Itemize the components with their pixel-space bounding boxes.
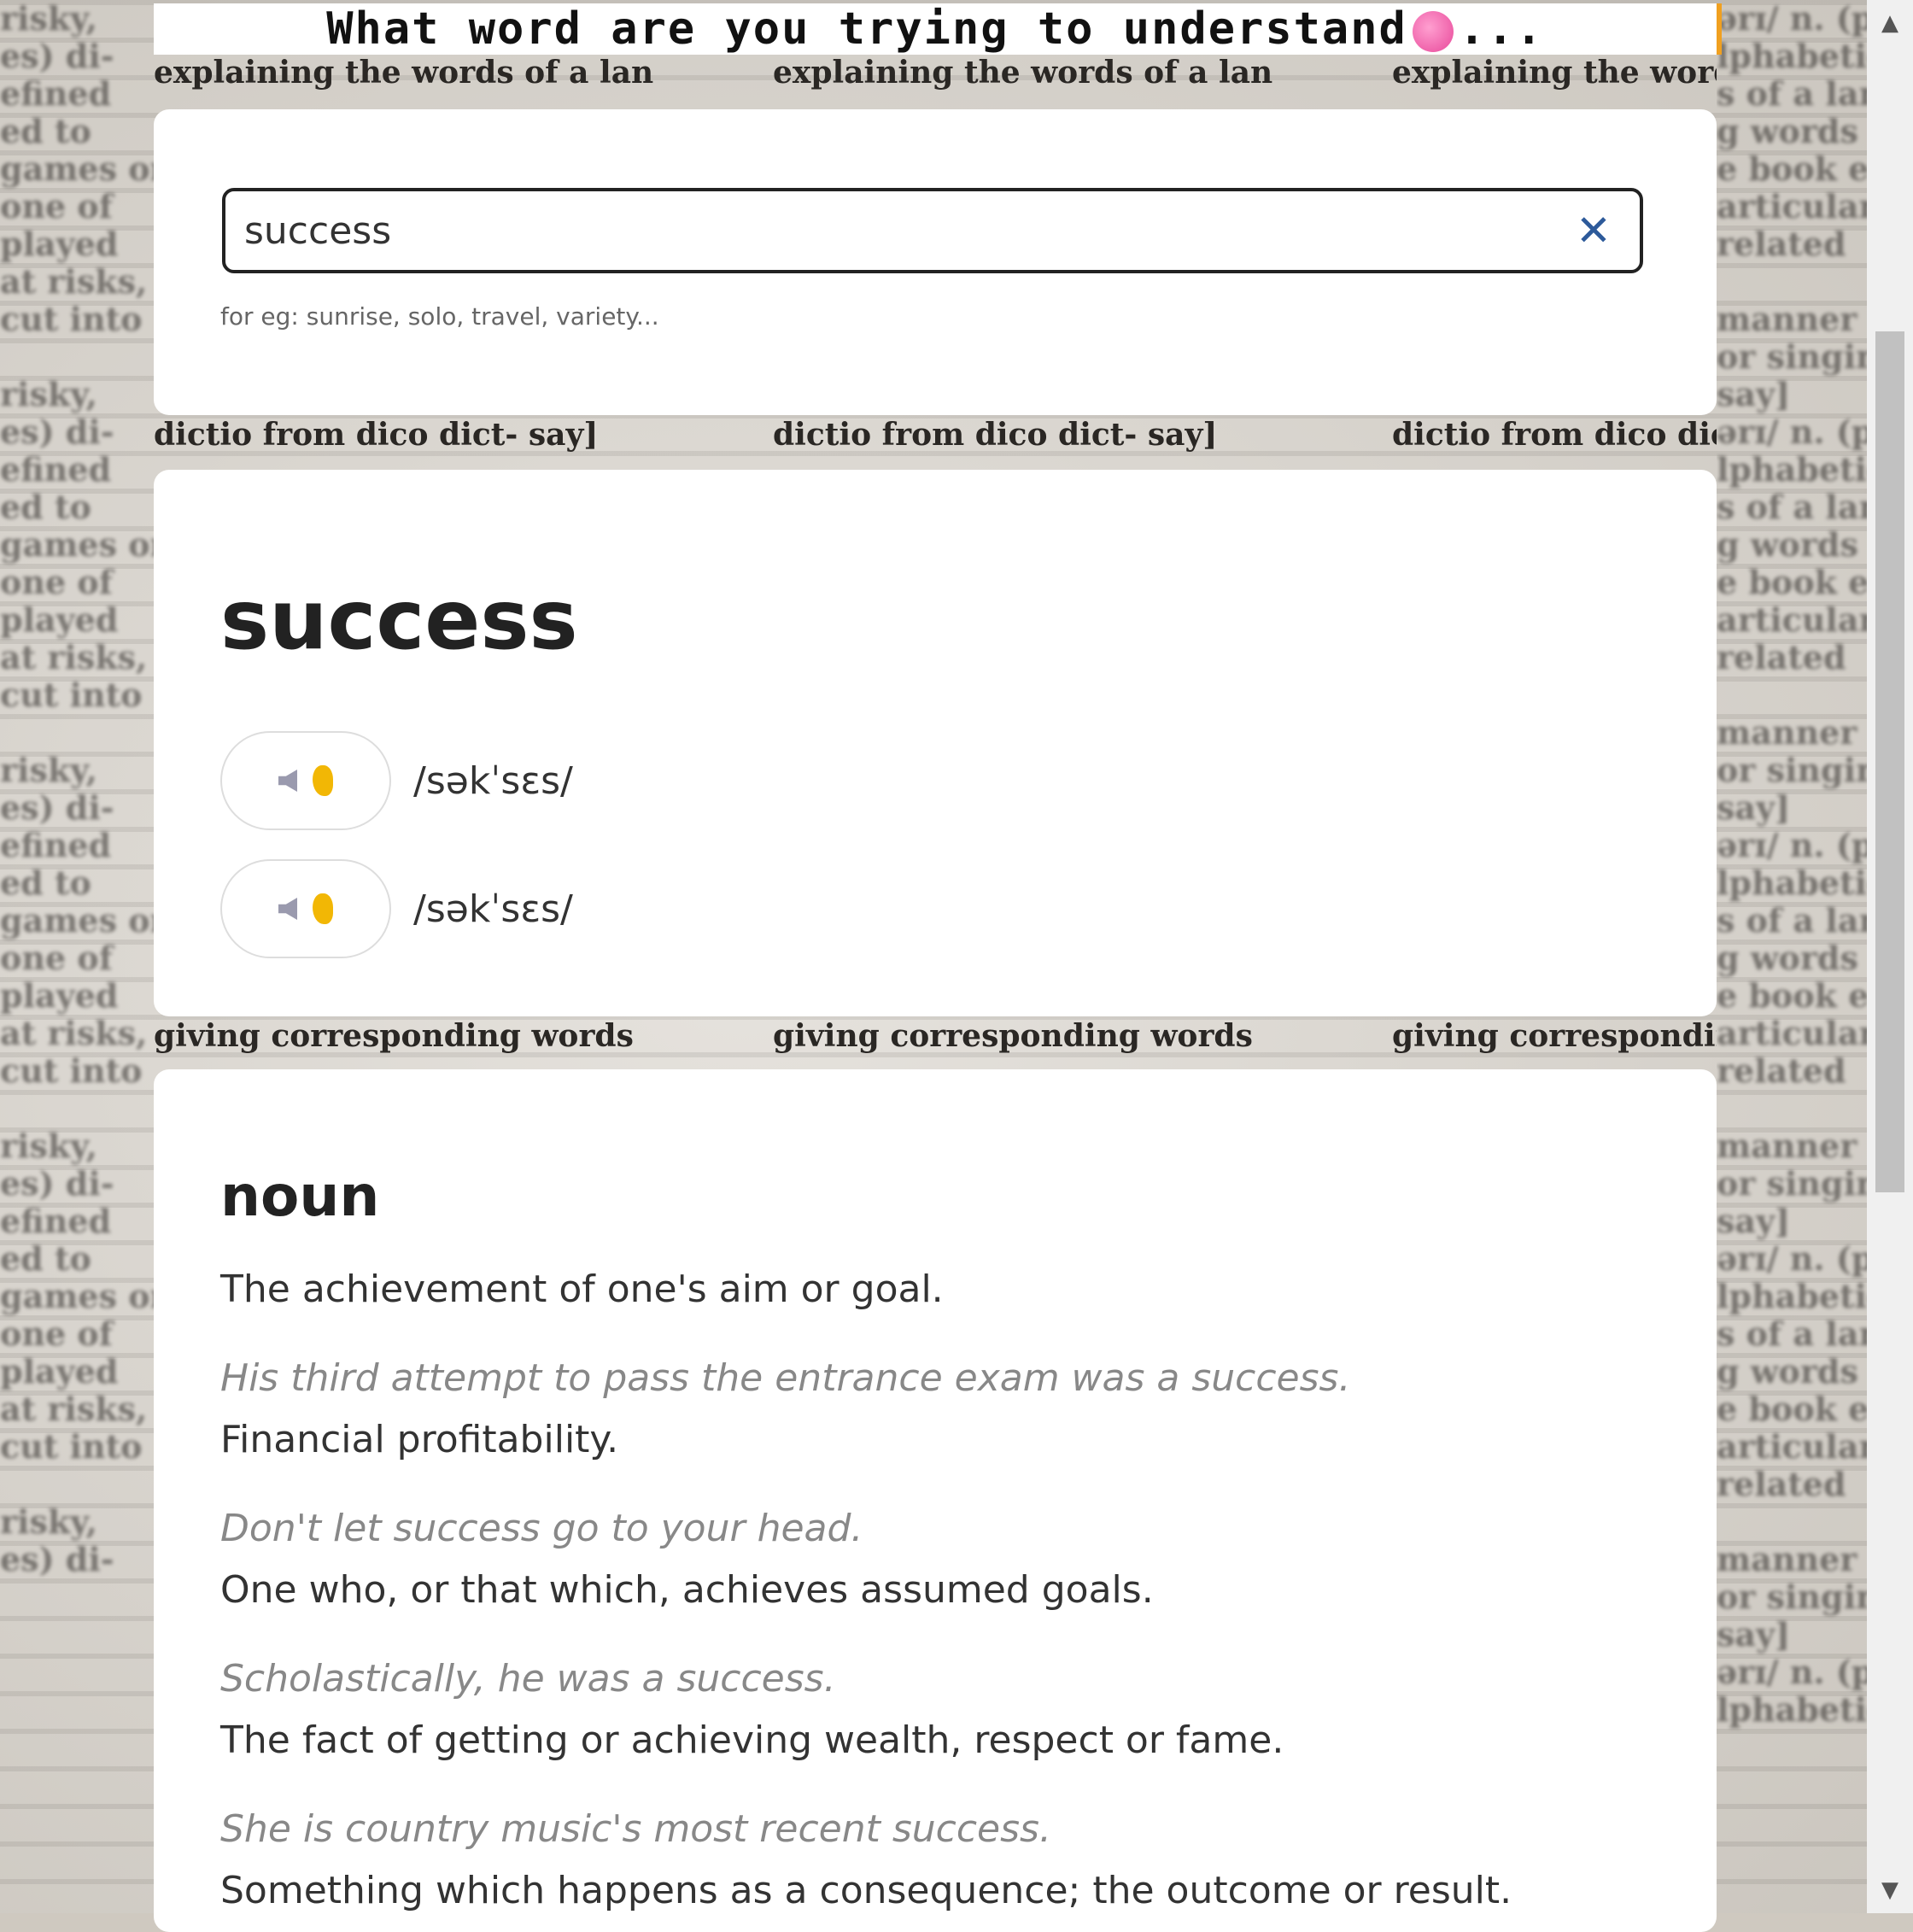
part-of-speech: noun <box>220 1163 380 1229</box>
vertical-scrollbar[interactable]: ▲ ▼ <box>1867 0 1913 1913</box>
phonetic-row: /səkˈsɛs/ <box>220 731 573 830</box>
scroll-down-arrow-icon[interactable]: ▼ <box>1867 1867 1913 1913</box>
definition-text: The achievement of one's aim or goal. <box>220 1268 944 1311</box>
search-card: ✕ for eg: sunrise, solo, travel, variety… <box>154 109 1717 415</box>
search-box: ✕ <box>222 188 1643 273</box>
definition-text: Financial profitability. <box>220 1418 619 1461</box>
page-title-text: What word are you trying to understand <box>326 3 1407 55</box>
play-audio-button[interactable] <box>220 731 391 830</box>
background-right-column: ərɪ/ n. (pllphabeticas of a lang words i… <box>1717 0 1867 1729</box>
page-title: What word are you trying to understand..… <box>326 3 1544 55</box>
page-title-ellipsis: ... <box>1458 3 1544 55</box>
search-hint: for eg: sunrise, solo, travel, variety..… <box>220 302 659 331</box>
definition-example: She is country music's most recent succe… <box>220 1807 1051 1851</box>
background-left-column: risky, es) di-efined ed to games or one of pl… <box>0 0 154 1578</box>
ear-icon <box>313 765 333 796</box>
speaker-icon <box>278 898 297 920</box>
speaker-icon <box>278 770 297 792</box>
phonetic-text: /səkˈsɛs/ <box>413 758 573 803</box>
search-input[interactable] <box>225 196 1527 266</box>
definitions-card: noun The achievement of one's aim or goa… <box>154 1069 1717 1932</box>
definition-text: One who, or that which, achieves assumed… <box>220 1568 1154 1612</box>
definition-text: The fact of getting or achieving wealth,… <box>220 1718 1284 1762</box>
word-title: success <box>220 572 578 668</box>
definition-text: Something which happens as a consequence… <box>220 1869 1512 1912</box>
ear-icon <box>313 893 333 924</box>
background-strip: dictio from dico dict- say] dictio from d… <box>154 417 1717 453</box>
word-card: success /səkˈsɛs/ /səkˈsɛs/ <box>154 470 1717 1016</box>
close-icon[interactable]: ✕ <box>1570 207 1618 255</box>
phonetic-text: /səkˈsɛs/ <box>413 887 573 931</box>
scroll-thumb[interactable] <box>1875 331 1904 1192</box>
definition-example: Don't let success go to your head. <box>220 1507 863 1550</box>
play-audio-button[interactable] <box>220 859 391 958</box>
phonetic-row: /səkˈsɛs/ <box>220 859 573 958</box>
definitions-list: The achievement of one's aim or goal. Hi… <box>220 1259 1672 1922</box>
definition-example: His third attempt to pass the entrance e… <box>220 1356 1351 1400</box>
definition-example: Scholastically, he was a success. <box>220 1657 836 1701</box>
brain-icon <box>1412 11 1454 52</box>
scroll-up-arrow-icon[interactable]: ▲ <box>1867 0 1913 46</box>
background-strip: explaining the words of a lan explaining … <box>154 55 1717 91</box>
background-strip: giving corresponding words giving corresp… <box>154 1018 1717 1054</box>
page-header: What word are you trying to understand..… <box>154 3 1722 55</box>
